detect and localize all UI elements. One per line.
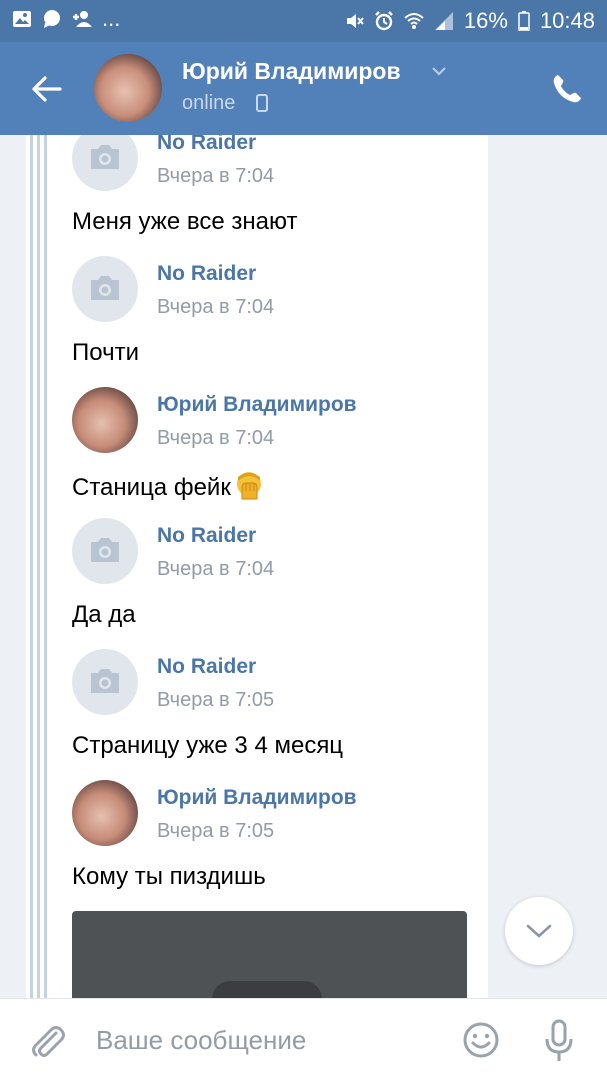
mute-icon [344, 11, 364, 31]
message-time: Вчера в 7:05 [157, 689, 275, 711]
chevron-down-icon [526, 924, 552, 938]
notification-icons: ... [12, 6, 121, 31]
back-arrow-icon[interactable] [30, 72, 64, 106]
avatar[interactable] [72, 780, 138, 846]
more-notifications: ... [102, 6, 121, 31]
chat-bubble-icon [42, 9, 62, 29]
message-text: Страницу уже 3 4 месяц [72, 732, 344, 759]
sender-name[interactable]: No Raider [157, 135, 256, 155]
message-text: Да да [72, 601, 136, 628]
message-text: Кому ты пиздишь [72, 863, 266, 890]
avatar[interactable] [72, 256, 138, 322]
photo-attachment[interactable] [72, 911, 467, 1000]
avatar[interactable] [72, 649, 138, 715]
status-bar: ... 16% 10:48 [0, 0, 607, 42]
message-text: Меня уже все знают [72, 208, 298, 235]
sender-name[interactable]: No Raider [157, 524, 256, 548]
forwarded-messages-panel[interactable]: No Raider Вчера в 7:04 Меня уже все знаю… [26, 135, 488, 1000]
list-item[interactable]: Юрий Владимиров Вчера в 7:04 Станица фей… [72, 387, 488, 518]
sender-name[interactable]: Юрий Владимиров [157, 786, 357, 810]
chat-header: Юрий Владимиров online [0, 42, 607, 135]
mobile-device-icon [256, 94, 268, 112]
list-item[interactable]: No Raider Вчера в 7:04 Да да [72, 518, 488, 649]
message-time: Вчера в 7:05 [157, 820, 275, 842]
face-palm-emoji-icon [236, 472, 261, 500]
camera-icon [91, 145, 119, 169]
contact-avatar[interactable] [94, 54, 162, 122]
message-time: Вчера в 7:04 [157, 165, 275, 187]
battery-percent: 16% [463, 8, 508, 33]
image-icon [12, 9, 32, 29]
message-time: Вчера в 7:04 [157, 558, 275, 580]
alarm-icon [374, 11, 394, 31]
camera-icon [91, 538, 119, 562]
avatar[interactable] [72, 518, 138, 584]
list-item[interactable]: No Raider Вчера в 7:04 Меня уже все знаю… [72, 135, 488, 256]
avatar[interactable] [72, 135, 138, 191]
system-status: 16% 10:48 [344, 8, 595, 34]
signal-icon [434, 11, 454, 31]
message-time: Вчера в 7:04 [157, 296, 275, 318]
camera-icon [91, 276, 119, 300]
list-item[interactable]: Юрий Владимиров Вчера в 7:05 Кому ты пиз… [72, 780, 488, 911]
message-composer: Ваше сообщение [0, 998, 607, 1081]
list-item[interactable]: No Raider Вчера в 7:04 Почти [72, 256, 488, 387]
phone-icon[interactable] [550, 72, 584, 106]
message-list: No Raider Вчера в 7:04 Меня уже все знаю… [72, 135, 488, 911]
message-text: Почти [72, 339, 139, 366]
paperclip-icon[interactable] [28, 1021, 66, 1061]
chevron-down-icon[interactable] [430, 64, 448, 78]
add-friend-icon [72, 9, 92, 29]
forward-indicator [26, 135, 48, 1000]
message-time: Вчера в 7:04 [157, 427, 275, 449]
contact-status: online [182, 92, 236, 114]
message-text: Станица фейк [72, 474, 231, 501]
message-input[interactable]: Ваше сообщение [96, 1025, 306, 1056]
microphone-icon[interactable] [542, 1019, 576, 1063]
wifi-icon [404, 11, 424, 31]
scroll-down-button[interactable] [505, 897, 573, 965]
sender-name[interactable]: No Raider [157, 262, 256, 286]
clock: 10:48 [539, 8, 595, 33]
sender-name[interactable]: No Raider [157, 655, 256, 679]
avatar[interactable] [72, 387, 138, 453]
list-item[interactable]: No Raider Вчера в 7:05 Страницу уже 3 4 … [72, 649, 488, 780]
contact-name[interactable]: Юрий Владимиров [182, 58, 401, 85]
battery-icon [518, 11, 530, 31]
sender-name[interactable]: Юрий Владимиров [157, 393, 357, 417]
message-text-row: Станица фейк [72, 469, 488, 518]
smile-icon[interactable] [462, 1021, 500, 1059]
camera-icon [91, 669, 119, 693]
